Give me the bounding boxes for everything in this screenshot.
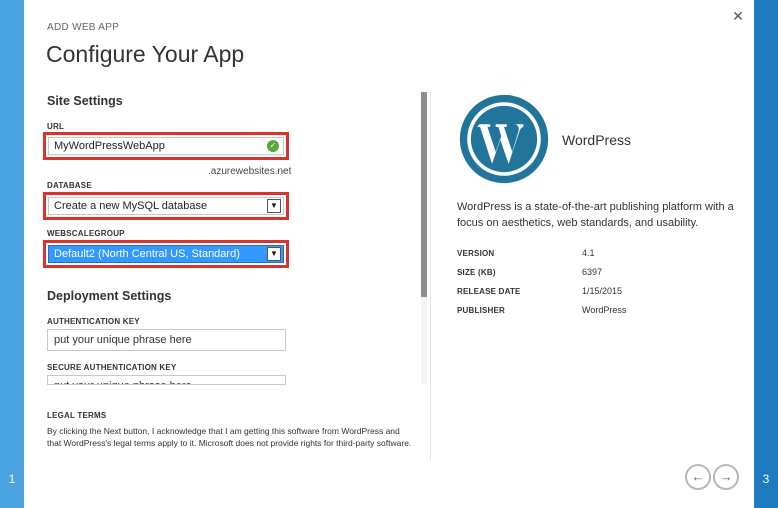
url-input[interactable]: MyWordPressWebApp ✓ bbox=[48, 137, 284, 155]
next-arrow-icon[interactable]: → bbox=[713, 464, 739, 490]
step-number-right: 3 bbox=[762, 472, 770, 486]
legal-terms-line-1: By clicking the Next button, I acknowled… bbox=[47, 426, 400, 436]
site-settings-title: Site Settings bbox=[47, 94, 123, 108]
app-name: WordPress bbox=[562, 132, 631, 148]
release-date-value: 1/15/2015 bbox=[582, 286, 623, 296]
url-input-value: MyWordPressWebApp bbox=[54, 140, 165, 152]
checkmark-icon: ✓ bbox=[267, 140, 279, 152]
database-field-highlight: Create a new MySQL database ▼ bbox=[43, 192, 289, 220]
legal-terms-title: LEGAL TERMS bbox=[47, 411, 107, 420]
app-description: WordPress is a state-of-the-art publishi… bbox=[457, 201, 734, 229]
secure-authentication-key-input[interactable]: put your unique phrase here bbox=[47, 375, 286, 385]
legal-terms-text: By clicking the Next button, I acknowled… bbox=[47, 425, 432, 449]
size-value: 6397 bbox=[582, 267, 603, 277]
database-select-value: Create a new MySQL database bbox=[54, 200, 208, 212]
panel-divider bbox=[430, 92, 431, 460]
step-number-left: 1 bbox=[8, 472, 16, 486]
release-date-label: RELEASE DATE bbox=[457, 287, 521, 296]
database-label: DATABASE bbox=[47, 181, 92, 190]
wizard-step-rail-right: 3 bbox=[754, 0, 778, 508]
form-scrollbar[interactable] bbox=[421, 92, 427, 384]
authentication-key-input[interactable]: put your unique phrase here bbox=[47, 329, 286, 351]
settings-form: Site Settings URL MyWordPressWebApp ✓ .a… bbox=[40, 90, 420, 386]
wizard-label: ADD WEB APP bbox=[47, 22, 120, 33]
secure-authentication-key-label: SECURE AUTHENTICATION KEY bbox=[47, 363, 177, 372]
size-label: SIZE (KB) bbox=[457, 268, 496, 277]
scrollbar-thumb[interactable] bbox=[421, 92, 427, 297]
version-label: VERSION bbox=[457, 249, 495, 258]
publisher-label: PUBLISHER bbox=[457, 306, 506, 315]
wordpress-logo-icon bbox=[459, 94, 549, 184]
url-field-highlight: MyWordPressWebApp ✓ bbox=[43, 132, 289, 160]
chevron-down-icon[interactable]: ▼ bbox=[267, 199, 281, 213]
wizard-step-rail-left: 1 bbox=[0, 0, 24, 508]
legal-terms-line-2: that WordPress's legal terms apply to it… bbox=[47, 438, 412, 448]
close-icon[interactable]: ✕ bbox=[730, 8, 746, 24]
back-arrow-icon[interactable]: ← bbox=[685, 464, 711, 490]
webscalegroup-select-value: Default2 (North Central US, Standard) bbox=[54, 248, 240, 260]
url-domain-suffix: .azurewebsites.net bbox=[208, 166, 292, 177]
page-title: Configure Your App bbox=[46, 41, 245, 67]
version-value: 4.1 bbox=[582, 248, 595, 258]
database-select[interactable]: Create a new MySQL database ▼ bbox=[48, 197, 284, 215]
publisher-value: WordPress bbox=[582, 305, 627, 315]
webscalegroup-field-highlight: Default2 (North Central US, Standard) ▼ bbox=[43, 240, 289, 268]
webscalegroup-label: WEBSCALEGROUP bbox=[47, 229, 125, 238]
webscalegroup-select[interactable]: Default2 (North Central US, Standard) ▼ bbox=[48, 245, 284, 263]
url-label: URL bbox=[47, 122, 65, 131]
authentication-key-label: AUTHENTICATION KEY bbox=[47, 317, 140, 326]
chevron-down-icon[interactable]: ▼ bbox=[267, 247, 281, 261]
deployment-settings-title: Deployment Settings bbox=[47, 289, 172, 303]
